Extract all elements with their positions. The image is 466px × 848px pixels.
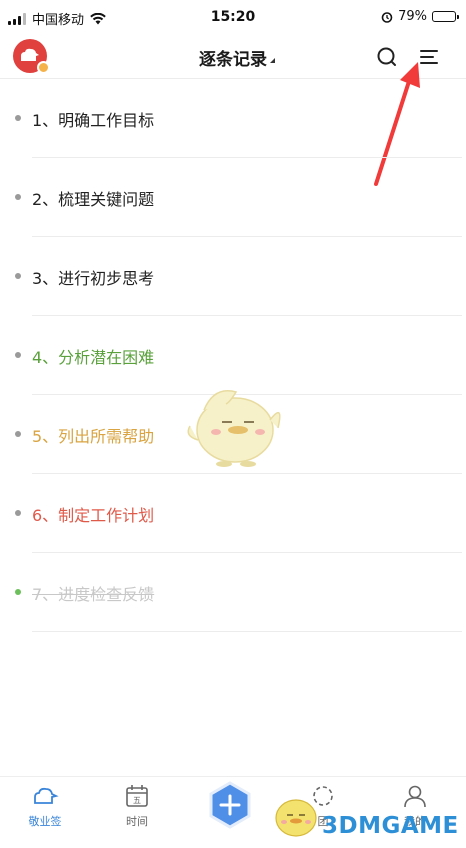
list-item-label: 3、进行初步思考 xyxy=(32,269,155,288)
battery-icon xyxy=(432,11,459,22)
tab-jingyeqian[interactable]: 敬业签 xyxy=(10,783,80,829)
calendar-icon: 五 xyxy=(126,785,148,807)
mascot-chick-icon xyxy=(187,390,281,467)
row-divider xyxy=(32,631,462,632)
list-item-label: 6、制定工作计划 xyxy=(32,506,155,525)
bullet-dot-icon xyxy=(15,510,21,516)
record-list: 1、明确工作目标 2、梳理关键问题 3、进行初步思考 4、分析潜在困难 5、列出所需帮助… xyxy=(0,79,466,632)
list-item[interactable]: 6、制定工作计划 xyxy=(0,474,466,553)
alarm-icon xyxy=(381,11,393,23)
tab-time[interactable]: 五 时间 xyxy=(102,783,172,829)
svg-text:五: 五 xyxy=(133,796,141,805)
bullet-dot-icon xyxy=(15,431,21,437)
bullet-dot-icon xyxy=(15,273,21,279)
bullet-dot-icon xyxy=(15,589,21,595)
add-button[interactable] xyxy=(208,781,252,829)
bullet-dot-icon xyxy=(15,352,21,358)
list-item[interactable]: 2、梳理关键问题 xyxy=(0,158,466,237)
tab-label: 时间 xyxy=(126,815,148,828)
list-item-label: 7、进度检查反馈 xyxy=(32,585,155,604)
cloud-icon xyxy=(34,787,59,804)
dropdown-caret-icon[interactable] xyxy=(270,58,275,63)
list-item-label: 2、梳理关键问题 xyxy=(32,190,155,209)
list-item[interactable]: 1、明确工作目标 xyxy=(0,79,466,158)
list-item-label: 5、列出所需帮助 xyxy=(32,427,155,446)
list-item-label: 1、明确工作目标 xyxy=(32,111,155,130)
watermark-text: 3DMGAME xyxy=(322,813,459,839)
list-item[interactable]: 3、进行初步思考 xyxy=(0,237,466,316)
status-bar: 中国移动 15:20 79% xyxy=(0,0,466,36)
list-item-label: 4、分析潜在困难 xyxy=(32,348,155,367)
list-item[interactable]: 7、进度检查反馈 xyxy=(0,553,466,632)
battery-percent: 79% xyxy=(398,9,427,24)
tab-label: 敬业签 xyxy=(28,815,62,828)
bullet-dot-icon xyxy=(15,115,21,121)
bullet-dot-icon xyxy=(15,194,21,200)
